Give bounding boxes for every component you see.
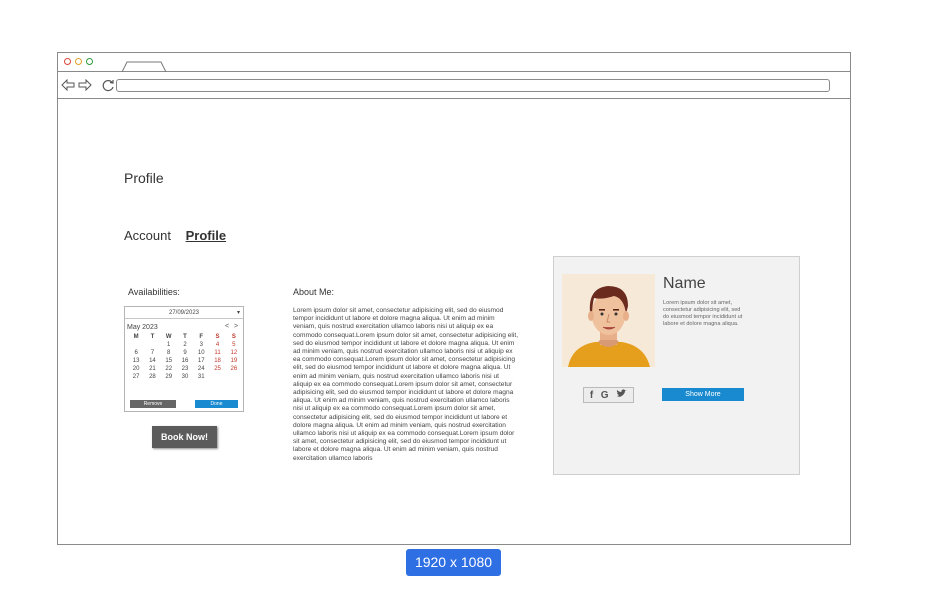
calendar-day[interactable]: 23 [177,365,193,373]
calendar-day[interactable]: 6 [128,349,144,357]
calendar-day [144,341,160,349]
browser-window: Profile Account Profile Availabilities: … [57,52,851,545]
weekday-header: T [183,334,187,340]
calendar-day[interactable]: 18 [209,357,225,365]
weekday-header: F [199,334,204,340]
back-arrow-icon[interactable] [61,79,75,91]
browser-tab[interactable] [122,61,166,72]
card-description: Lorem ipsum dolor sit amet, consectetur … [663,300,743,327]
profile-nav: Account Profile [124,228,237,243]
page-title: Profile [124,170,164,186]
nav-account-link[interactable]: Account [124,228,171,243]
calendar-day[interactable]: 11 [209,349,225,357]
calendar-day[interactable]: 5 [226,341,242,349]
calendar-day[interactable]: 14 [144,357,160,365]
calendar-day[interactable]: 19 [226,357,242,365]
calendar-day[interactable]: 21 [144,365,160,373]
previous-month-button[interactable]: < [225,323,229,330]
calendar-day [226,373,242,381]
card-name: Name [663,275,706,292]
calendar-day[interactable]: 2 [177,341,193,349]
book-now-button[interactable]: Book Now! [152,426,217,448]
about-me-label: About Me: [293,287,335,297]
remove-date-button[interactable]: Remove [130,400,176,408]
calendar-day[interactable]: 9 [177,349,193,357]
date-field[interactable]: 27/09/2023 ▾ [125,307,243,319]
calendar-day[interactable]: 27 [128,373,144,381]
about-me-text: Lorem ipsum dolor sit amet, consectetur … [293,307,519,462]
availabilities-label: Availabilities: [128,287,180,297]
calendar-month-label: May 2023 [127,324,158,331]
chevron-down-icon[interactable]: ▾ [237,307,240,319]
calendar-day[interactable]: 29 [161,373,177,381]
calendar-day[interactable]: 7 [144,349,160,357]
profile-card: Name Lorem ipsum dolor sit amet, consect… [553,256,800,475]
weekday-header: S [231,334,236,340]
calendar-grid: M T W T F S S 1 2 3 4 5 6 7 8 9 10 11 12 13 14 15 16 17 18 19 20 21… [128,333,242,381]
avatar [562,274,655,367]
date-value: 27/09/2023 [168,310,200,316]
calendar-day[interactable]: 20 [128,365,144,373]
calendar-day[interactable]: 4 [209,341,225,349]
done-button[interactable]: Done [195,400,238,408]
calendar-day[interactable]: 31 [193,373,209,381]
calendar-day[interactable]: 28 [144,373,160,381]
date-picker: 27/09/2023 ▾ May 2023 < > MTWTFSS1234567… [124,306,244,412]
weekday-header: T [150,334,155,340]
reload-icon[interactable] [102,79,115,92]
minimize-window-icon[interactable] [75,58,82,65]
calendar-day [209,373,225,381]
calendar-day[interactable]: 1 [161,341,177,349]
weekday-header: W [165,334,172,340]
close-window-icon[interactable] [64,58,71,65]
calendar-day[interactable]: 10 [193,349,209,357]
nav-profile-link[interactable]: Profile [186,228,226,243]
calendar-day[interactable]: 12 [226,349,242,357]
show-more-button[interactable]: Show More [662,388,744,401]
calendar-day[interactable]: 8 [161,349,177,357]
url-input[interactable] [116,79,830,92]
weekday-header: M [133,334,139,340]
google-icon[interactable]: G [601,390,609,401]
weekday-header: S [215,334,220,340]
next-month-button[interactable]: > [234,323,238,330]
tab-bar [58,53,850,72]
social-links: f G [583,387,634,403]
calendar-day[interactable]: 15 [161,357,177,365]
calendar-day[interactable]: 30 [177,373,193,381]
url-bar-row [58,72,850,99]
forward-arrow-icon[interactable] [78,79,92,91]
calendar-day[interactable]: 3 [193,341,209,349]
maximize-window-icon[interactable] [86,58,93,65]
facebook-icon[interactable]: f [590,390,593,401]
calendar-day[interactable]: 26 [226,365,242,373]
twitter-icon[interactable] [616,389,627,401]
calendar-day[interactable]: 16 [177,357,193,365]
resolution-badge: 1920 x 1080 [406,549,501,576]
calendar-day[interactable]: 13 [128,357,144,365]
calendar-day [128,341,144,349]
calendar-day[interactable]: 25 [209,365,225,373]
calendar-day[interactable]: 17 [193,357,209,365]
calendar-day[interactable]: 22 [161,365,177,373]
calendar-day[interactable]: 24 [193,365,209,373]
